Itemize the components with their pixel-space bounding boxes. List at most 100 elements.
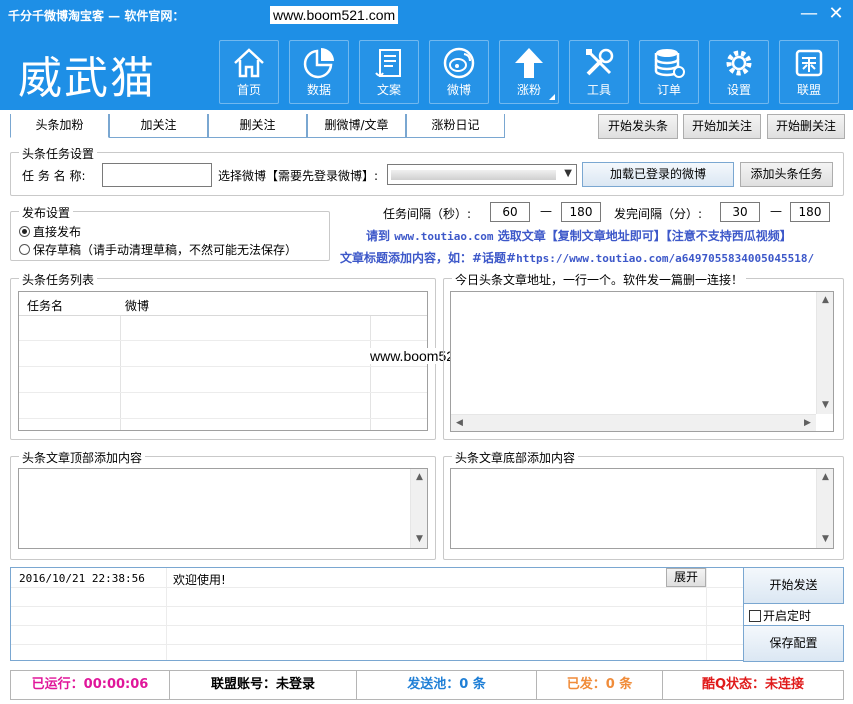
tools-icon	[586, 48, 614, 76]
add-task-button[interactable]: 添加头条任务	[740, 162, 833, 187]
database-icon	[654, 49, 685, 78]
expand-button[interactable]: 展开	[666, 568, 706, 587]
scroll-up-icon[interactable]: ▲	[817, 469, 834, 486]
task-interval-min-input[interactable]: 60	[490, 202, 530, 222]
scroll-down-icon[interactable]: ▼	[411, 531, 428, 548]
col-header-weibo[interactable]: 微博	[125, 297, 149, 314]
nav-weibo-label: 微博	[446, 83, 471, 97]
radio-save-draft[interactable]: 保存草稿（请手动清理草稿，不然可能无法保存）	[19, 241, 297, 258]
log-time: 2016/10/21 22:38:56	[19, 572, 145, 585]
bottom-content-title: 头条文章底部添加内容	[452, 449, 579, 466]
nav-home[interactable]: 首页	[219, 40, 279, 104]
nav-alliance[interactable]: 联盟	[779, 40, 839, 104]
task-name-label: 任 务 名 称:	[22, 169, 86, 183]
radio-checked-icon	[19, 226, 30, 237]
close-button[interactable]: ✕	[824, 3, 848, 25]
article-urls-title: 今日头条文章地址，一行一个。软件发一篇删一连接！	[452, 271, 747, 288]
nav-data-label: 数据	[306, 83, 331, 97]
radio-unchecked-icon	[19, 244, 30, 255]
task-interval-label: 任务间隔（秒）:	[383, 207, 472, 221]
tab-add-follow[interactable]: 加关注	[109, 114, 208, 138]
horizontal-scrollbar[interactable]: ◀ ▶	[451, 414, 816, 431]
tab-toutiao-add-fans[interactable]: 头条加粉	[10, 114, 109, 138]
vertical-scrollbar[interactable]: ▲ ▼	[816, 292, 833, 414]
nav-weibo[interactable]: 微博	[429, 40, 489, 104]
hint-url: https://www.toutiao.com/a649705583400504…	[516, 252, 815, 265]
alliance-icon	[795, 49, 823, 77]
table-row	[19, 392, 427, 393]
load-weibo-button[interactable]: 加载已登录的微博	[582, 162, 734, 187]
home-icon	[234, 48, 264, 78]
website-url[interactable]: www.boom521.com	[270, 6, 399, 24]
minimize-button[interactable]: —	[797, 3, 821, 25]
top-content-textarea[interactable]: ▲ ▼	[18, 468, 428, 549]
tab-remove-follow[interactable]: 删关注	[208, 114, 307, 138]
top-content-title: 头条文章顶部添加内容	[19, 449, 146, 466]
nav-orders[interactable]: 订单	[639, 40, 699, 104]
nav-settings[interactable]: 设置	[709, 40, 769, 104]
table-header: 任务名 微博	[19, 292, 427, 316]
log-message: 欢迎使用!	[173, 573, 226, 587]
weibo-icon	[443, 47, 475, 79]
radio-save-draft-label: 保存草稿（请手动清理草稿，不然可能无法保存）	[33, 243, 298, 257]
status-account: 联盟账号：未登录	[170, 671, 357, 699]
log-row	[11, 644, 743, 645]
post-interval-min-input[interactable]: 30	[720, 202, 760, 222]
status-sent: 已发：0 条	[537, 671, 663, 699]
arrow-up-icon	[515, 48, 543, 78]
nav-data[interactable]: 数据	[289, 40, 349, 104]
log-list[interactable]: 2016/10/21 22:38:56 欢迎使用!	[10, 567, 744, 661]
nav-tools[interactable]: 工具	[569, 40, 629, 104]
post-interval-max-input[interactable]: 180	[790, 202, 830, 222]
nav-copywriting[interactable]: 文案	[359, 40, 419, 104]
nav-orders-label: 订单	[656, 83, 681, 97]
title-bar: 千分千微博淘宝客 — 软件官网： www.boom521.com — ✕	[0, 0, 853, 30]
scroll-right-icon[interactable]: ▶	[799, 415, 816, 432]
status-running: 已运行：00:00:06	[11, 671, 170, 699]
scroll-icon	[375, 49, 401, 77]
bottom-content-textarea[interactable]: ▲ ▼	[450, 468, 834, 549]
hint-url: www.toutiao.com	[394, 230, 494, 243]
start-unfollow-button[interactable]: 开始删关注	[767, 114, 845, 139]
scroll-down-icon[interactable]: ▼	[817, 397, 834, 414]
task-interval-max-input[interactable]: 180	[561, 202, 601, 222]
nav-alliance-label: 联盟	[796, 83, 821, 97]
select-weibo-label: 选择微博【需要先登录微博】:	[218, 169, 379, 183]
task-list-title: 头条任务列表	[19, 271, 98, 288]
scroll-left-icon[interactable]: ◀	[451, 415, 468, 432]
vertical-scrollbar[interactable]: ▲ ▼	[410, 469, 427, 548]
tab-fans-diary[interactable]: 涨粉日记	[406, 114, 505, 138]
nav-tools-label: 工具	[586, 83, 611, 97]
article-urls-textarea[interactable]: ▲ ▼ ◀ ▶	[450, 291, 834, 432]
hint-text: 文章标题添加内容，如：#话题#	[340, 251, 517, 265]
log-row	[11, 606, 743, 607]
hint-text: 选取文章【复制文章地址即可】【注意不支持西瓜视频】	[497, 229, 792, 243]
task-name-input[interactable]	[102, 163, 212, 187]
nav-settings-label: 设置	[726, 83, 751, 97]
status-bar: 已运行：00:00:06 联盟账号：未登录 发送池：0 条 已发：0 条 酷Q状…	[10, 670, 844, 700]
enable-timer-checkbox[interactable]: 开启定时	[749, 607, 811, 624]
nav-grow-fans[interactable]: 涨粉	[499, 40, 559, 104]
scroll-up-icon[interactable]: ▲	[411, 469, 428, 486]
hint-text: 请到	[366, 229, 391, 243]
vertical-scrollbar[interactable]: ▲ ▼	[816, 469, 833, 548]
tab-delete-weibo[interactable]: 删微博/文章	[307, 114, 406, 138]
status-qq: 酷Q状态：未连接	[701, 677, 805, 692]
window-title: 千分千微博淘宝客 — 软件官网：	[8, 9, 185, 23]
save-config-button[interactable]: 保存配置	[743, 625, 844, 662]
scroll-down-icon[interactable]: ▼	[817, 531, 834, 548]
task-list-table[interactable]: 任务名 微博	[18, 291, 428, 431]
start-toutiao-button[interactable]: 开始发头条	[598, 114, 678, 139]
table-row	[19, 340, 427, 341]
start-follow-button[interactable]: 开始加关注	[683, 114, 761, 139]
post-interval-label: 发完间隔（分）:	[614, 207, 703, 221]
header-banner: 威武猫 首页 数据 文案 微博 涨粉 工具 订单 设置 联盟	[0, 30, 853, 110]
table-row	[19, 418, 427, 419]
log-row	[11, 587, 743, 588]
col-header-task-name[interactable]: 任务名	[27, 297, 63, 314]
start-send-button[interactable]: 开始发送	[743, 567, 844, 604]
task-settings-title: 头条任务设置	[19, 145, 98, 162]
radio-direct-publish[interactable]: 直接发布	[19, 223, 81, 240]
weibo-select[interactable]: ▼	[387, 164, 577, 185]
scroll-up-icon[interactable]: ▲	[817, 292, 834, 309]
